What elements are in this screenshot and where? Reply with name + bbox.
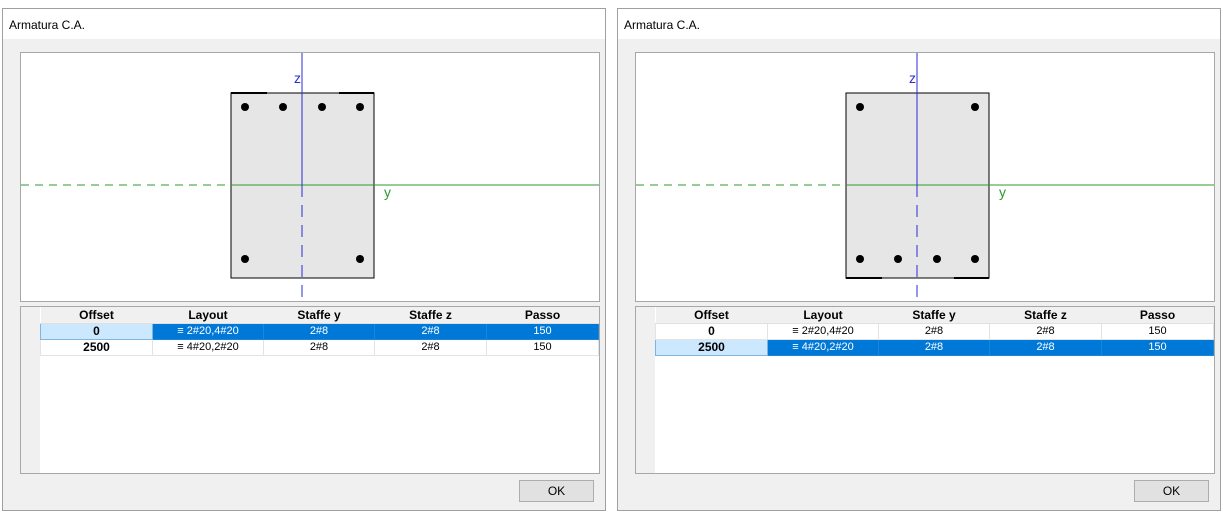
dialog-title: Armatura C.A. [3,9,605,39]
cell-staffe-z[interactable]: 2#8 [374,322,487,340]
rebar-dot [318,103,326,111]
cell-staffe-y[interactable]: 2#8 [263,322,375,340]
rebar-dot [241,103,249,111]
cell-layout[interactable]: ≡ 2#20,4#20 [152,322,264,340]
layout-grid: Offset Layout Staffe y Staffe z Passo 0 … [655,307,1214,356]
cell-passo[interactable]: 150 [1101,322,1214,340]
reinforcement-dialog-right: Armatura C.A. y z Offset Layout Staffe y… [617,8,1221,511]
column-header-staffe-z[interactable]: Staffe z [374,307,487,324]
row-header-gutter [21,307,40,473]
row-header-gutter [636,307,655,473]
y-axis-label: y [384,184,391,200]
column-header-staffe-y[interactable]: Staffe y [263,307,375,324]
dialog-title: Armatura C.A. [618,9,1220,39]
section-preview: y z [20,52,600,302]
table-row[interactable]: 2500 ≡ 4#20,2#20 2#8 2#8 150 [40,338,599,356]
layout-grid: Offset Layout Staffe y Staffe z Passo 0 … [40,307,599,356]
y-axis-label: y [999,184,1006,200]
cell-offset[interactable]: 2500 [40,338,153,356]
rebar-dot [933,255,941,263]
z-axis-label: z [909,70,916,86]
rebar-dot [894,255,902,263]
cell-staffe-z[interactable]: 2#8 [989,322,1102,340]
layout-table: Offset Layout Staffe y Staffe z Passo 0 … [635,306,1215,474]
cell-staffe-z[interactable]: 2#8 [989,338,1102,356]
section-drawing: y z [636,53,1214,297]
reinforcement-dialog-left: Armatura C.A. y z Offset Layout Staffe y… [2,8,606,511]
table-row[interactable]: 0 ≡ 2#20,4#20 2#8 2#8 150 [40,322,599,340]
cell-layout[interactable]: ≡ 2#20,4#20 [767,322,879,340]
rebar-dot [279,103,287,111]
section-drawing: y z [21,53,599,297]
cell-staffe-y[interactable]: 2#8 [878,322,990,340]
cell-offset[interactable]: 0 [655,322,768,340]
cell-passo[interactable]: 150 [486,338,599,356]
rebar-dot [356,255,364,263]
column-header-layout[interactable]: Layout [767,307,879,324]
cell-staffe-z[interactable]: 2#8 [374,338,487,356]
table-row[interactable]: 2500 ≡ 4#20,2#20 2#8 2#8 150 [655,338,1214,356]
rebar-dot [856,255,864,263]
rebar-dot [971,255,979,263]
cell-passo[interactable]: 150 [1101,338,1214,356]
cell-layout[interactable]: ≡ 4#20,2#20 [152,338,264,356]
table-row[interactable]: 0 ≡ 2#20,4#20 2#8 2#8 150 [655,322,1214,340]
column-header-offset[interactable]: Offset [40,307,153,324]
rebar-dot [241,255,249,263]
column-header-passo[interactable]: Passo [486,307,599,324]
column-header-passo[interactable]: Passo [1101,307,1214,324]
cell-passo[interactable]: 150 [486,322,599,340]
cell-offset[interactable]: 2500 [655,338,768,356]
section-preview: y z [635,52,1215,302]
column-header-layout[interactable]: Layout [152,307,264,324]
rebar-dot [356,103,364,111]
rebar-dot [856,103,864,111]
cell-staffe-y[interactable]: 2#8 [263,338,375,356]
column-header-staffe-y[interactable]: Staffe y [878,307,990,324]
column-header-staffe-z[interactable]: Staffe z [989,307,1102,324]
rebar-dot [971,103,979,111]
cell-staffe-y[interactable]: 2#8 [878,338,990,356]
z-axis-label: z [294,70,301,86]
column-header-offset[interactable]: Offset [655,307,768,324]
layout-table: Offset Layout Staffe y Staffe z Passo 0 … [20,306,600,474]
cell-offset[interactable]: 0 [40,322,153,340]
ok-button[interactable]: OK [1134,480,1209,502]
cell-layout[interactable]: ≡ 4#20,2#20 [767,338,879,356]
ok-button[interactable]: OK [519,480,594,502]
